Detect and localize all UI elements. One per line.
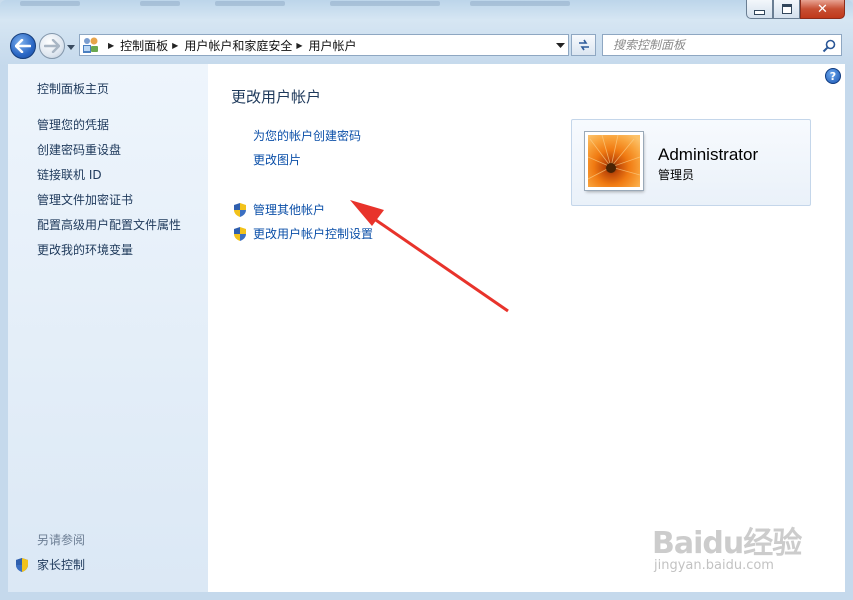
help-button[interactable]: ? [825,68,841,84]
change-picture-link[interactable]: 更改图片 [253,151,301,168]
arrow-right-icon [44,39,60,53]
breadcrumb-separator-icon: ▶ [108,40,115,50]
background-taskbar-blur [10,0,570,8]
sidebar: 控制面板主页 管理您的凭据 创建密码重设盘 链接联机 ID 管理文件加密证书 配… [8,64,208,592]
breadcrumb-control-panel[interactable]: 控制面板 [120,37,168,54]
annotation-arrow-icon [350,200,509,313]
parental-controls-label: 家长控制 [37,558,86,572]
search-box[interactable] [602,34,842,56]
uac-shield-icon [16,557,28,572]
address-bar[interactable]: ▶ 控制面板 ▶ 用户帐户和家庭安全 ▶ 用户帐户 [79,34,569,56]
breadcrumb-separator-icon: ▶ [296,40,303,50]
caption-buttons: ✕ [746,0,845,19]
chevron-down-icon [67,44,75,50]
user-account-card: Administrator 管理员 [571,119,811,206]
breadcrumb-user-accounts-family[interactable]: 用户帐户和家庭安全 [184,37,292,54]
user-role: 管理员 [658,168,695,182]
sidebar-item-parental-controls[interactable]: 家长控制 [14,556,85,573]
breadcrumb: ▶ 控制面板 ▶ 用户帐户和家庭安全 ▶ 用户帐户 [104,37,357,54]
maximize-icon [781,4,792,14]
control-panel-window: ✕ ▶ 控制面板 ▶ 用户帐户和家庭安全 ▶ 用户帐户 搜索控制面板 控制面板主… [0,0,853,600]
manage-other-accounts-item[interactable]: 管理其他帐户 [232,201,325,218]
uac-shield-icon [234,202,246,217]
minimize-icon [754,9,765,15]
maximize-button[interactable] [773,0,800,19]
uac-shield-icon [234,226,246,241]
search-input[interactable] [611,37,825,53]
close-button[interactable]: ✕ [800,0,845,19]
sidebar-item-environment-variables[interactable]: 更改我的环境变量 [37,241,133,258]
sidebar-item-link-online-id[interactable]: 链接联机 ID [37,166,102,183]
chevron-down-icon [555,42,565,48]
breadcrumb-separator-icon: ▶ [172,40,179,50]
control-panel-icon [83,37,98,53]
arrow-left-icon [15,39,31,53]
see-also-heading: 另请参阅 [37,533,86,547]
refresh-button[interactable] [571,34,596,56]
sidebar-item-advanced-profile[interactable]: 配置高级用户配置文件属性 [37,216,181,233]
user-name: Administrator [658,145,759,164]
sidebar-item-file-encryption-certs[interactable]: 管理文件加密证书 [37,191,133,208]
sidebar-item-create-reset-disk[interactable]: 创建密码重设盘 [37,141,121,158]
watermark-url: jingyan.baidu.com [654,558,774,573]
page-title: 更改用户帐户 [231,88,322,106]
create-password-link[interactable]: 为您的帐户创建密码 [253,127,361,144]
sidebar-item-manage-credentials[interactable]: 管理您的凭据 [37,116,109,133]
manage-other-accounts-link[interactable]: 管理其他帐户 [253,201,325,218]
breadcrumb-user-accounts[interactable]: 用户帐户 [309,37,357,54]
forward-button[interactable] [39,33,65,59]
baidu-watermark: Baidu经验 jingyan.baidu.com [652,510,812,580]
back-button[interactable] [10,33,36,59]
address-dropdown-button[interactable] [552,35,568,55]
search-icon[interactable] [822,39,836,53]
help-icon: ? [829,69,837,83]
refresh-icon [578,39,589,51]
recent-pages-dropdown[interactable] [66,42,76,52]
minimize-button[interactable] [746,0,773,19]
close-icon: ✕ [817,1,828,17]
user-avatar-flower-icon [585,132,643,190]
watermark-logo: Baidu经验 [652,526,802,561]
sidebar-item-control-panel-home[interactable]: 控制面板主页 [37,80,109,97]
